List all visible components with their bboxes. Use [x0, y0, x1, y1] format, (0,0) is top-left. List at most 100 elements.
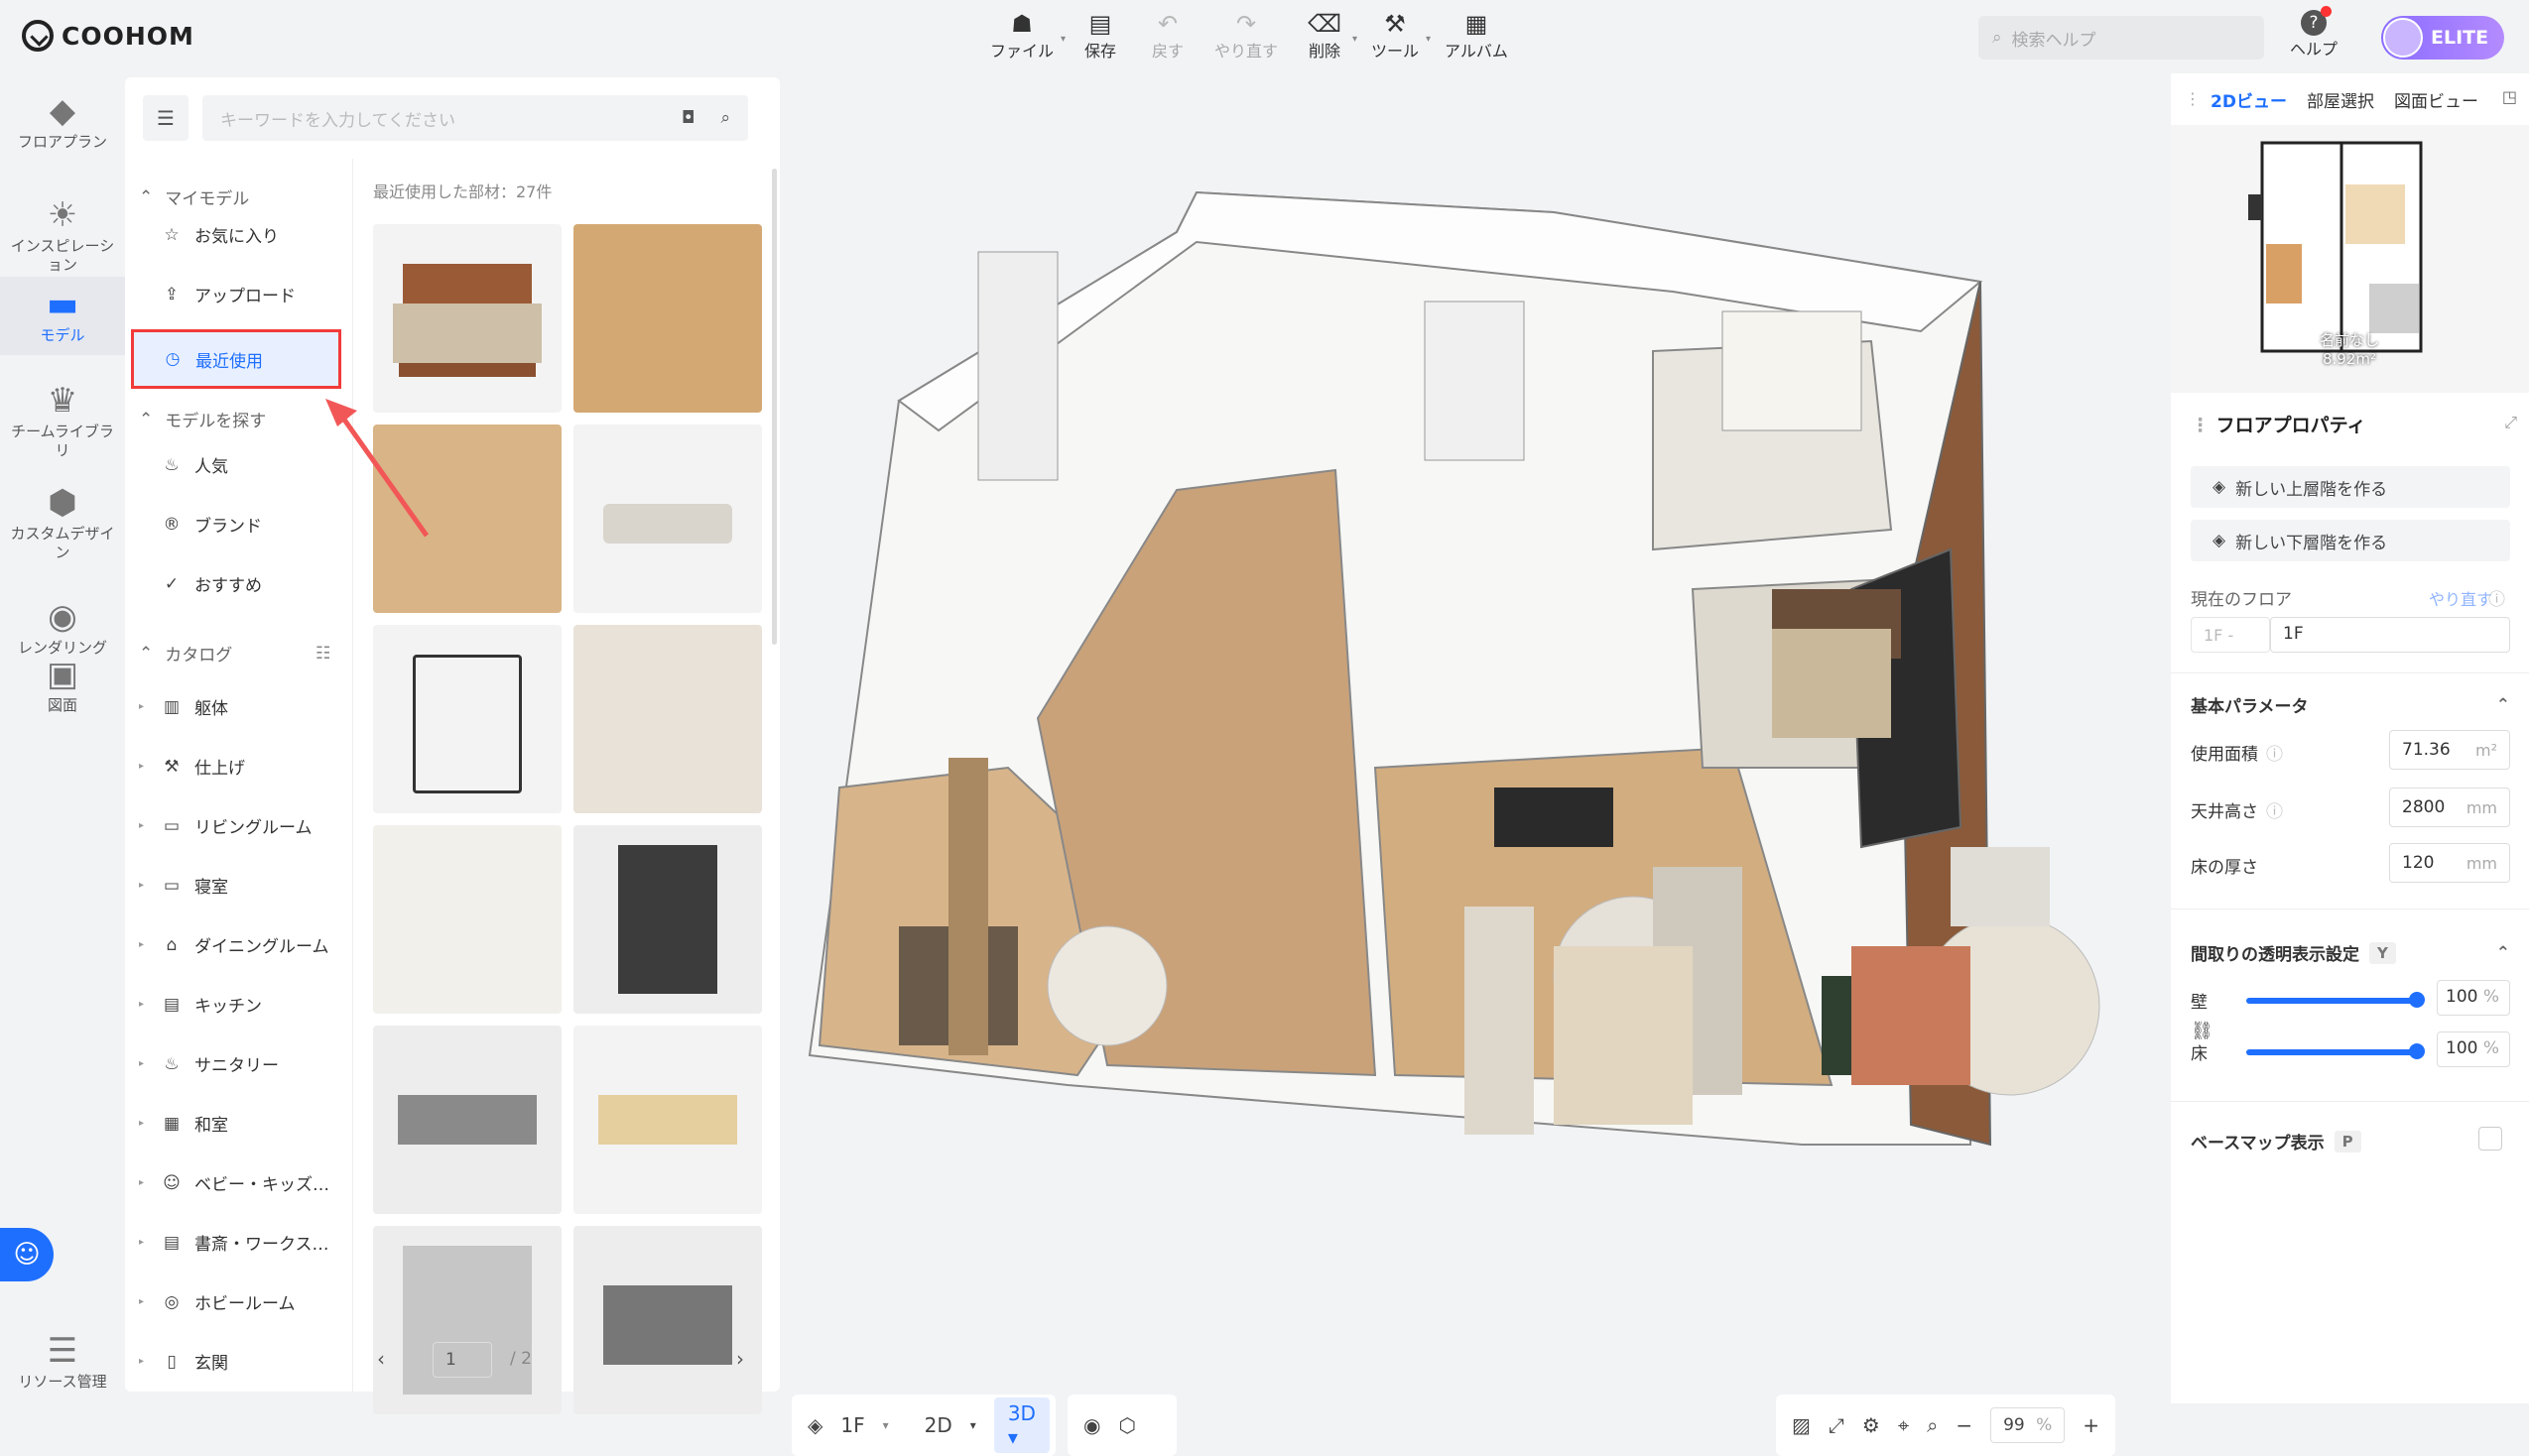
view-2d-button[interactable]: 2D [925, 1413, 952, 1437]
add-upper-floor-button[interactable]: ◈ 新しい上層階を作る [2191, 466, 2510, 508]
filter-icon[interactable]: ☷ [316, 644, 330, 664]
layers-minus-icon: ◈ [2213, 531, 2226, 550]
model-thumbnail[interactable] [373, 224, 562, 413]
help-search-input[interactable]: ⌕ 検索ヘルプ [1978, 16, 2264, 60]
toolbar-3-button[interactable]: ↷ やり直す [1214, 10, 1278, 61]
nav-item-7[interactable]: ☰ リソース管理 [0, 1323, 125, 1401]
section-my-models[interactable]: ⌃ マイモデル [139, 184, 249, 210]
catalog-item-2[interactable]: ▸ ▭ リビングルーム [139, 813, 313, 839]
toolbar-1-button[interactable]: ▤ 保存 [1079, 10, 1121, 61]
toolbar-6-button[interactable]: ▦ アルバム [1445, 10, 1508, 61]
link-icon[interactable]: ⛓ [2191, 1021, 2213, 1041]
model-thumbnail[interactable] [373, 1026, 562, 1214]
popout-icon[interactable]: ⤢ [2504, 413, 2517, 432]
prev-page-icon[interactable]: ‹ [377, 1347, 385, 1371]
scrollbar[interactable] [772, 169, 777, 645]
thickness-input[interactable]: 120 mm [2389, 843, 2510, 883]
search-icon[interactable]: ⌕ [720, 108, 730, 128]
catalog-item-5[interactable]: ▸ ▤ キッチン [139, 992, 262, 1018]
next-page-icon[interactable]: › [736, 1347, 744, 1371]
zoom-in-icon[interactable]: + [2083, 1413, 2099, 1437]
catalog-item-11[interactable]: ▸ ▯ 玄関 [139, 1349, 228, 1375]
focus-icon[interactable]: ⌖ [1898, 1413, 1909, 1437]
camera-icon[interactable]: ◘ [682, 108, 695, 128]
section-explore[interactable]: ⌃ モデルを探す [139, 407, 266, 432]
model-thumbnail[interactable] [573, 825, 762, 1014]
image-icon[interactable]: ▨ [1792, 1413, 1811, 1437]
help-button[interactable]: ? ヘルプ [2290, 6, 2338, 60]
catalog-item-3[interactable]: ▸ ▭ 寝室 [139, 873, 228, 899]
toolbar-4-button[interactable]: ⌫ 削除 ▾ [1304, 10, 1357, 61]
add-lower-floor-button[interactable]: ◈ 新しい下層階を作る [2191, 520, 2510, 561]
menu-recommended[interactable]: ✓ おすすめ [161, 571, 262, 597]
model-thumbnail[interactable] [573, 625, 762, 813]
page-input[interactable]: 1 [433, 1342, 492, 1378]
model-thumbnail[interactable] [573, 224, 762, 413]
section-catalog[interactable]: ⌃ カタログ ☷ [139, 641, 330, 667]
wall-opacity-slider[interactable] [2246, 992, 2425, 1008]
zoom-out-icon[interactable]: − [1956, 1413, 1972, 1437]
view-tab-2[interactable]: 図面ビュー [2394, 87, 2478, 112]
minimap[interactable]: 名前なし 8.92m² [2171, 125, 2529, 393]
floor-opacity-input[interactable]: 100 % [2437, 1031, 2510, 1067]
view-tab-0[interactable]: 2Dビュー [2211, 87, 2287, 112]
toolbar-5-button[interactable]: ⚒ ツール ▾ [1371, 10, 1431, 61]
catalog-item-8[interactable]: ▸ ☺ ベビー・キッズ… [139, 1170, 329, 1196]
cube-icon[interactable]: ⬡ [1118, 1413, 1135, 1437]
menu-recent[interactable]: ◷ 最近使用 [131, 329, 341, 389]
floor-select[interactable]: 1F [840, 1413, 864, 1437]
basic-params-header[interactable]: 基本パラメータ ⌃ [2191, 692, 2510, 718]
model-thumbnail[interactable] [373, 1226, 562, 1414]
ceiling-input[interactable]: 2800 mm [2389, 788, 2510, 827]
catalog-item-6[interactable]: ▸ ♨ サニタリー [139, 1051, 279, 1077]
menu-upload[interactable]: ⇪ アップロード [161, 282, 296, 307]
account-badge[interactable]: ELITE [2381, 16, 2505, 60]
chat-icon[interactable]: ☺ [0, 1228, 54, 1281]
catalog-item-9[interactable]: ▸ ▤ 書斎・ワークス… [139, 1230, 329, 1256]
3d-viewport[interactable]: ◈ 1F ▾ 2D ▾ 3D ▾ ◉ ⬡ ▨ ⤢ ⚙ ⌖ ⌕ − 99% + [780, 73, 2167, 1456]
drag-handle-icon[interactable]: ⋮ [2185, 89, 2201, 108]
nav-item-1[interactable]: ☀ インスピレーション [0, 187, 125, 285]
avatar[interactable] [2383, 18, 2423, 58]
toolbar-0-button[interactable]: ☗ ファイル ▾ [990, 10, 1066, 61]
model-thumbnail[interactable] [573, 425, 762, 613]
layers-icon[interactable]: ◈ [808, 1413, 822, 1437]
model-thumbnail[interactable] [573, 1226, 762, 1414]
fit-view-icon[interactable]: ⤢ [1829, 1413, 1844, 1437]
nav-item-0[interactable]: ◆ フロアプラン [0, 83, 125, 162]
eye-icon[interactable]: ◉ [1083, 1413, 1100, 1437]
catalog-item-10[interactable]: ▸ ◎ ホビールーム [139, 1289, 296, 1315]
catalog-item-4[interactable]: ▸ ⌂ ダイニングルーム [139, 932, 329, 958]
wall-opacity-input[interactable]: 100 % [2437, 980, 2510, 1016]
catalog-item-0[interactable]: ▸ ▥ 躯体 [139, 694, 228, 720]
catalog-item-1[interactable]: ▸ ⚒ 仕上げ [139, 754, 245, 780]
zoom-input[interactable]: 99% [1990, 1407, 2066, 1443]
view-tab-1[interactable]: 部屋選択 [2307, 87, 2374, 112]
floor-opacity-slider[interactable] [2246, 1043, 2425, 1059]
settings-view-icon[interactable]: ⚙ [1862, 1413, 1880, 1437]
model-thumbnail[interactable] [373, 825, 562, 1014]
floor-name-input[interactable]: 1F [2270, 617, 2510, 653]
keyword-search-input[interactable]: キーワードを入力してください ◘ ⌕ [202, 95, 748, 141]
redo-link[interactable]: やり直す [2429, 586, 2492, 610]
transparency-header[interactable]: 間取りの透明表示設定 Y ⌃ [2191, 940, 2510, 965]
nav-item-4[interactable]: ⬢ カスタムデザイン [0, 475, 125, 572]
nav-item-3[interactable]: ♛ チームライブラリ [0, 373, 125, 470]
menu-popular[interactable]: ♨ 人気 [161, 452, 228, 478]
nav-item-6[interactable]: ▣ 図面 [0, 647, 125, 725]
collapse-menu-icon[interactable]: ☰ [143, 95, 189, 141]
zoom-search-icon[interactable]: ⌕ [1927, 1413, 1938, 1437]
menu-brand[interactable]: ® ブランド [161, 512, 263, 538]
view-3d-button[interactable]: 3D ▾ [993, 1397, 1050, 1453]
catalog-item-7[interactable]: ▸ ▦ 和室 [139, 1111, 228, 1137]
area-input[interactable]: 71.36 m² [2389, 730, 2510, 770]
drag-handle-icon[interactable]: ⋮ [2191, 415, 2210, 436]
model-thumbnail[interactable] [573, 1026, 762, 1214]
basemap-checkbox[interactable] [2478, 1127, 2502, 1151]
logo[interactable]: COOHOM [22, 20, 194, 52]
nav-item-2[interactable]: ▬ モデル [0, 277, 125, 355]
toolbar-2-button[interactable]: ↶ 戻す [1147, 10, 1189, 61]
expand-icon[interactable]: ◳ [2502, 87, 2517, 106]
model-thumbnail[interactable] [373, 625, 562, 813]
menu-favorites[interactable]: ☆ お気に入り [161, 222, 279, 248]
